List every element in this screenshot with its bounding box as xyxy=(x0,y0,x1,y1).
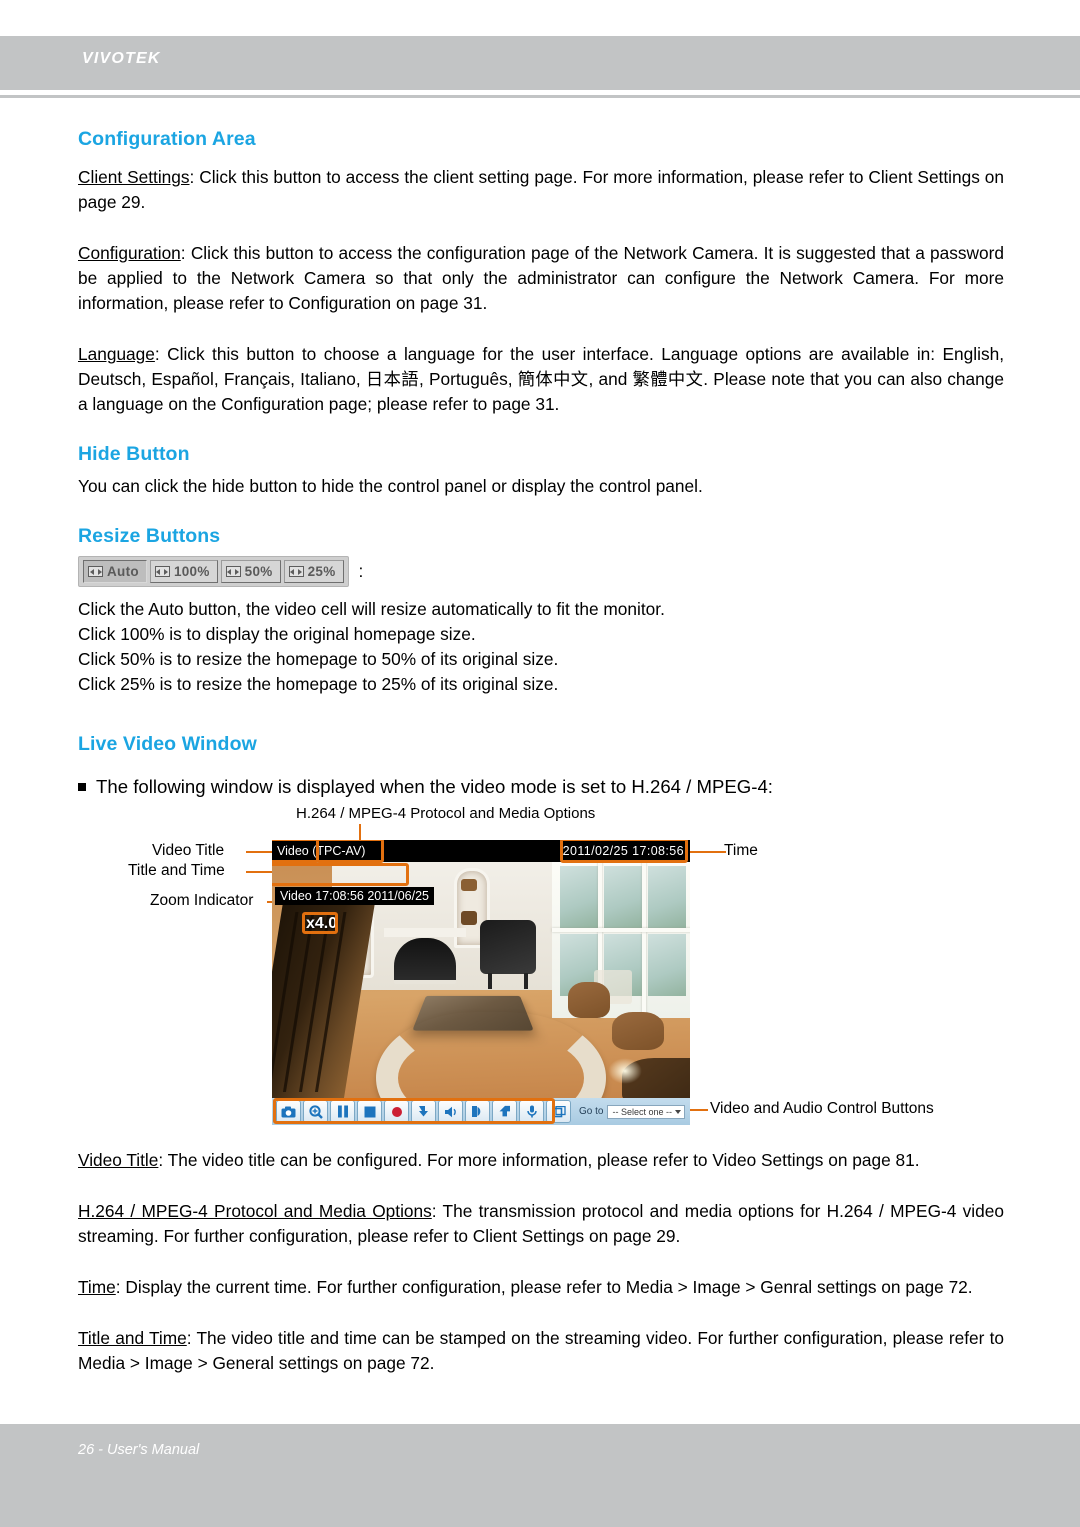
overlay-title-and-time: Video 17:08:56 2011/06/25 xyxy=(275,887,434,905)
term-video-title: Video Title xyxy=(78,1150,159,1170)
resize-button-group: Auto 100% 50% 25% xyxy=(78,556,349,587)
text-configuration: : Click this button to access the config… xyxy=(78,243,1004,313)
heading-configuration-area: Configuration Area xyxy=(78,128,256,150)
resize-button-auto-label: Auto xyxy=(107,564,139,579)
text-time: : Display the current time. For further … xyxy=(115,1277,973,1297)
overlay-zoom-indicator: x4.0 xyxy=(306,915,338,932)
text-video-title: : The video title can be configured. For… xyxy=(158,1150,920,1170)
resize-arrows-icon xyxy=(154,566,170,577)
scene-fireplace xyxy=(394,938,456,984)
paragraph-time: Time: Display the current time. For furt… xyxy=(78,1275,1004,1300)
resize-line-25: Click 25% is to resize the homepage to 2… xyxy=(78,674,559,694)
callout-zoom-indicator: Zoom Indicator xyxy=(150,892,254,909)
callout-control-buttons: Video and Audio Control Buttons xyxy=(710,1100,934,1117)
chevron-down-icon xyxy=(675,1109,681,1114)
video-title-and-protocol: Video (TPC-AV) xyxy=(277,844,365,858)
term-time: Time xyxy=(78,1277,116,1297)
paragraph-title-and-time: Title and Time: The video title and time… xyxy=(78,1326,1004,1376)
resize-line-50: Click 50% is to resize the homepage to 5… xyxy=(78,649,559,669)
callout-time: Time xyxy=(724,842,758,859)
callout-title-and-time: Title and Time xyxy=(128,862,225,879)
resize-button-50-label: 50% xyxy=(244,564,273,579)
resize-colon: : xyxy=(358,561,364,581)
document-body-lower: Video Title: The video title can be conf… xyxy=(78,1148,1004,1376)
paragraph-video-title: Video Title: The video title can be conf… xyxy=(78,1148,1004,1173)
term-language: Language xyxy=(78,344,155,364)
resize-button-25-label: 25% xyxy=(307,564,336,579)
video-timestamp: 2011/02/25 17:08:56 xyxy=(562,844,684,858)
paragraph-language: Language: Click this button to choose a … xyxy=(78,342,1004,417)
heading-live-video-window: Live Video Window xyxy=(78,733,257,755)
resize-button-auto[interactable]: Auto xyxy=(83,560,147,583)
square-bullet-icon xyxy=(78,783,86,791)
resize-arrows-icon xyxy=(288,566,304,577)
bullet-live-video-window: The following window is displayed when t… xyxy=(78,774,1004,800)
scene-armchair-a xyxy=(568,982,610,1018)
header-divider xyxy=(0,95,1080,98)
save-video-icon[interactable] xyxy=(411,1100,436,1123)
scene-armchair-b xyxy=(612,1012,664,1050)
resize-button-100[interactable]: 100% xyxy=(149,560,218,583)
page-footer: 26 - User's Manual xyxy=(0,1424,1080,1527)
resize-line-100: Click 100% is to display the original ho… xyxy=(78,624,476,644)
digital-zoom-icon[interactable] xyxy=(303,1100,328,1123)
footer-page-label: 26 - User's Manual xyxy=(78,1442,200,1458)
resize-buttons-figure: Auto 100% 50% 25% : xyxy=(78,556,1004,587)
resize-arrows-icon xyxy=(88,566,103,577)
text-client-settings: : Click this button to access the client… xyxy=(78,167,1004,212)
bullet-live-video-text: The following window is displayed when t… xyxy=(96,776,773,797)
volume-icon[interactable] xyxy=(438,1100,463,1123)
video-protocol-text: (TPC-AV) xyxy=(312,844,366,858)
scene-sectional-sofa xyxy=(376,1012,606,1098)
term-configuration: Configuration xyxy=(78,243,181,263)
goto-control: Go to -- Select one -- xyxy=(579,1104,685,1119)
term-title-and-time: Title and Time xyxy=(78,1328,187,1348)
vivotek-logo: VIVOTEK xyxy=(82,50,161,67)
receive-audio-icon[interactable] xyxy=(492,1100,517,1123)
page-header: VIVOTEK xyxy=(0,36,1080,90)
resize-button-25[interactable]: 25% xyxy=(283,560,344,583)
callout-protocol-media-options: H.264 / MPEG-4 Protocol and Media Option… xyxy=(296,805,596,822)
pause-icon[interactable] xyxy=(330,1100,355,1123)
video-title-bar: Video (TPC-AV) 2011/02/25 17:08:56 xyxy=(272,840,690,862)
microphone-icon[interactable] xyxy=(519,1100,544,1123)
talk-icon[interactable] xyxy=(465,1100,490,1123)
callout-video-title: Video Title xyxy=(152,842,225,859)
resize-button-50[interactable]: 50% xyxy=(220,560,281,583)
snapshot-icon[interactable] xyxy=(276,1100,301,1123)
resize-button-100-label: 100% xyxy=(173,564,210,579)
goto-selected-value: -- Select one -- xyxy=(612,1106,672,1117)
live-video-window-figure: H.264 / MPEG-4 Protocol and Media Option… xyxy=(0,800,1080,1140)
full-screen-icon[interactable] xyxy=(546,1100,571,1123)
term-client-settings: Client Settings xyxy=(78,167,190,187)
video-scene-image: Video 17:08:56 2011/06/25 x4.0 xyxy=(272,862,690,1098)
heading-hide-button: Hide Button xyxy=(78,443,190,465)
heading-resize-buttons: Resize Buttons xyxy=(78,525,221,547)
record-icon[interactable] xyxy=(384,1100,409,1123)
paragraph-protocol: H.264 / MPEG-4 Protocol and Media Option… xyxy=(78,1199,1004,1249)
resize-arrows-icon xyxy=(225,566,241,577)
goto-select-dropdown[interactable]: -- Select one -- xyxy=(607,1104,685,1119)
text-language: : Click this button to choose a language… xyxy=(78,344,1004,414)
paragraph-hide-button: You can click the hide button to hide th… xyxy=(78,476,703,496)
goto-label: Go to xyxy=(579,1106,604,1117)
term-protocol: H.264 / MPEG-4 Protocol and Media Option… xyxy=(78,1201,432,1221)
document-body-upper: Configuration Area Client Settings: Clic… xyxy=(78,128,1004,804)
scene-lamp-glow xyxy=(608,1058,642,1084)
scene-mantel xyxy=(384,928,466,937)
video-title-text: Video xyxy=(277,844,309,858)
live-video-window: Video (TPC-AV) 2011/02/25 17:08:56 Video… xyxy=(272,840,690,1125)
stop-icon[interactable] xyxy=(357,1100,382,1123)
resize-description-lines: Click the Auto button, the video cell wi… xyxy=(78,597,1004,697)
paragraph-client-settings: Client Settings: Click this button to ac… xyxy=(78,165,1004,215)
scene-stove xyxy=(480,920,536,989)
text-title-and-time: : The video title and time can be stampe… xyxy=(78,1328,1005,1373)
resize-line-auto: Click the Auto button, the video cell wi… xyxy=(78,599,665,619)
paragraph-configuration: Configuration: Click this button to acce… xyxy=(78,241,1004,316)
video-audio-control-bar: Go to -- Select one -- xyxy=(272,1098,690,1125)
